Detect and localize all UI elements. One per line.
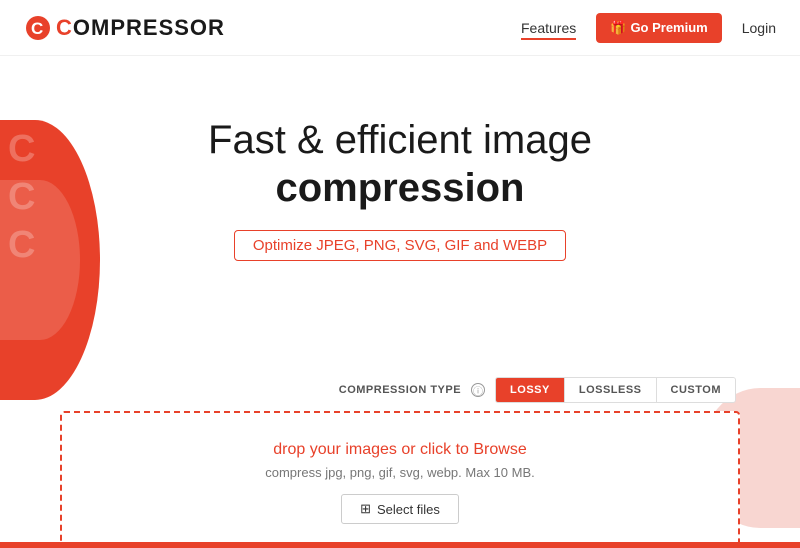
drop-zone[interactable]: drop your images or click to Browse comp… (60, 411, 740, 548)
lossless-button[interactable]: LOSSLESS (564, 378, 656, 402)
svg-text:C: C (31, 19, 43, 38)
navbar: C COMPRESSOR Features 🎁 Go Premium Login (0, 0, 800, 56)
logo-c-letter: C (56, 15, 73, 40)
compression-panel: COMPRESSION TYPE ⓘ LOSSY LOSSLESS CUSTOM… (0, 377, 800, 548)
drop-main-text: drop your images or click to Browse (273, 441, 526, 459)
drop-sub-text: compress jpg, png, gif, svg, webp. Max 1… (265, 465, 535, 480)
compression-type-row: COMPRESSION TYPE ⓘ LOSSY LOSSLESS CUSTOM (60, 377, 740, 403)
nav-right: Features 🎁 Go Premium Login (521, 13, 776, 43)
logo-icon: C (24, 14, 52, 42)
compression-info-icon[interactable]: ⓘ (471, 383, 485, 397)
premium-icon: 🎁 (610, 20, 626, 36)
bottom-strip (0, 542, 800, 548)
lossy-button[interactable]: LOSSY (496, 378, 564, 402)
subtitle-badge: Optimize JPEG, PNG, SVG, GIF and WEBP (234, 230, 566, 261)
logo-text: COMPRESSOR (56, 15, 225, 41)
nav-features-link[interactable]: Features (521, 20, 576, 36)
login-link[interactable]: Login (742, 20, 776, 36)
headline: Fast & efficient image compression (208, 116, 592, 212)
hero-section: Fast & efficient image compression Optim… (0, 56, 800, 261)
select-files-button[interactable]: ⊞ Select files (341, 494, 459, 524)
custom-button[interactable]: CUSTOM (656, 378, 735, 402)
select-files-icon: ⊞ (360, 501, 371, 517)
go-premium-button[interactable]: 🎁 Go Premium (596, 13, 721, 43)
logo[interactable]: C COMPRESSOR (24, 14, 225, 42)
compression-type-label: COMPRESSION TYPE (339, 384, 461, 396)
compression-type-buttons: LOSSY LOSSLESS CUSTOM (495, 377, 736, 403)
